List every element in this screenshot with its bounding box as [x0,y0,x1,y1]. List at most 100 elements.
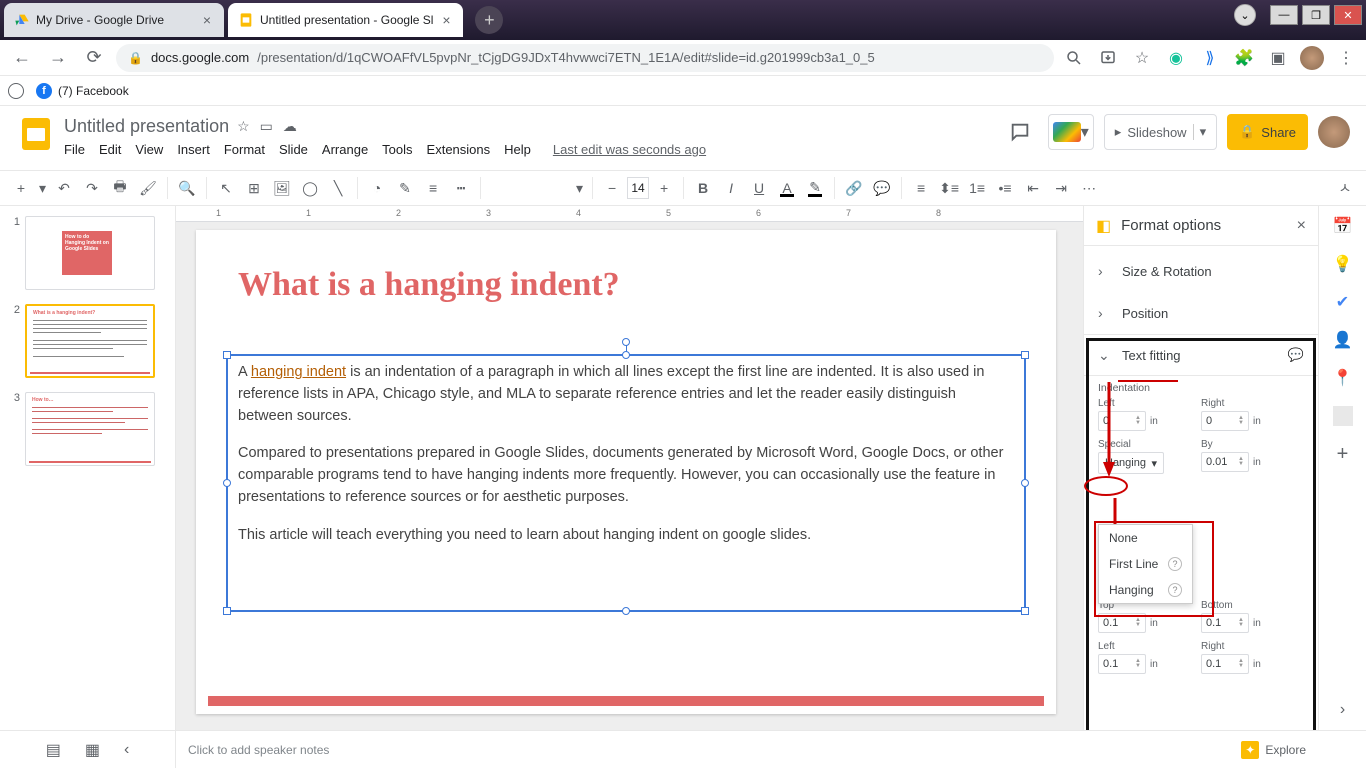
grid-view-button[interactable]: ▦ [85,740,100,760]
text-color-button[interactable]: A [774,175,800,201]
bold-button[interactable]: B [690,175,716,201]
addons-plus-button[interactable]: + [1333,444,1353,464]
redo-button[interactable]: ↷ [79,175,105,201]
padding-right-input[interactable]: 0.1▲▼ [1201,654,1249,674]
help-icon[interactable]: ? [1168,583,1182,597]
maps-icon[interactable]: 📍 [1333,368,1353,388]
hanging-indent-link[interactable]: hanging indent [251,364,346,380]
horizontal-ruler[interactable]: 1 1 2 3 4 5 6 7 8 [176,206,1083,222]
resize-handle[interactable] [1021,351,1029,359]
minimize-button[interactable]: — [1270,5,1298,25]
padding-left-input[interactable]: 0.1▲▼ [1098,654,1146,674]
rotate-handle[interactable] [622,338,630,346]
slide-canvas[interactable]: What is a hanging indent? A hanging inde… [196,230,1056,714]
align-button[interactable]: ≡ [908,175,934,201]
decrease-font-button[interactable]: − [599,175,625,201]
shape-tool[interactable]: ◯ [297,175,323,201]
menu-format[interactable]: Format [224,142,265,157]
undo-button[interactable]: ↶ [51,175,77,201]
image-tool[interactable]: 🖼 [269,175,295,201]
contacts-icon[interactable]: 👤 [1333,330,1353,350]
grammarly-icon[interactable]: ◉ [1164,46,1188,70]
select-tool[interactable]: ↖ [213,175,239,201]
textbox-tool[interactable]: ⊞ [241,175,267,201]
new-slide-dropdown[interactable]: ▾ [36,175,49,201]
underline-button[interactable]: U [746,175,772,201]
browser-tab-drive[interactable]: My Drive - Google Drive × [4,3,224,37]
dropdown-option-firstline[interactable]: First Line? [1099,551,1192,577]
line-spacing-button[interactable]: ⬍≡ [936,175,962,201]
collapse-filmstrip-button[interactable]: ‹ [124,741,129,759]
menu-help[interactable]: Help [504,142,531,157]
user-avatar[interactable] [1318,116,1350,148]
border-color-button[interactable]: ✎ [392,175,418,201]
new-tab-button[interactable]: + [475,6,503,34]
resize-handle[interactable] [223,351,231,359]
doc-title[interactable]: Untitled presentation [64,116,229,137]
increase-font-button[interactable]: + [651,175,677,201]
nav-reload-button[interactable]: ⟳ [80,44,108,72]
filmstrip-view-button[interactable]: ▤ [46,740,61,760]
resize-handle[interactable] [622,351,630,359]
profile-avatar[interactable] [1300,46,1324,70]
cast-icon[interactable]: ⟫ [1198,46,1222,70]
slideshow-button[interactable]: ▸Slideshow▾ [1104,114,1217,150]
print-button[interactable]: 🖶 [107,175,133,201]
explore-button[interactable]: ✦ Explore [1229,741,1318,759]
bulleted-list-button[interactable]: •≡ [992,175,1018,201]
url-input[interactable]: 🔒 docs.google.com/presentation/d/1qCWOAF… [116,44,1054,72]
maximize-button[interactable]: ❐ [1302,5,1330,25]
hide-siderail-button[interactable]: › [1333,700,1353,720]
menu-tools[interactable]: Tools [382,142,412,157]
resize-handle[interactable] [223,479,231,487]
padding-bottom-input[interactable]: 0.1▲▼ [1201,613,1249,633]
zoom-icon[interactable] [1062,46,1086,70]
keep-icon[interactable]: 💡 [1333,254,1353,274]
section-position[interactable]: ›Position [1084,292,1318,334]
bookmark-item[interactable] [8,83,24,99]
resize-handle[interactable] [1021,479,1029,487]
close-icon[interactable]: × [200,13,214,27]
help-icon[interactable]: ? [1168,557,1182,571]
fill-color-button[interactable]: ◔ [364,175,390,201]
font-family-select[interactable] [487,176,571,200]
indent-left-input[interactable]: 0▲▼ [1098,411,1146,431]
highlight-button[interactable]: ✎ [802,175,828,201]
indent-right-input[interactable]: 0▲▼ [1201,411,1249,431]
new-slide-button[interactable]: + [8,175,34,201]
dropdown-option-none[interactable]: None [1099,525,1192,551]
slide-textbox[interactable]: A hanging indent is an indentation of a … [226,354,1026,612]
slide-thumb-2[interactable]: What is a hanging indent? [25,304,155,378]
indent-by-input[interactable]: 0.01▲▼ [1201,452,1249,472]
slide-thumb-1[interactable]: How to do Hanging Indent on Google Slide… [25,216,155,290]
resize-handle[interactable] [223,607,231,615]
slides-logo[interactable] [16,114,56,154]
resize-handle[interactable] [622,607,630,615]
cloud-status-icon[interactable]: ☁ [283,118,297,135]
chevron-down-icon[interactable]: ⌄ [1234,4,1256,26]
dropdown-option-hanging[interactable]: Hanging? [1099,577,1192,603]
sidepanel-icon[interactable]: ▣ [1266,46,1290,70]
special-indent-select[interactable]: Hanging▾ [1098,452,1164,474]
move-icon[interactable]: ▭ [260,118,273,135]
feedback-icon[interactable]: 💬 [1288,347,1304,363]
menu-view[interactable]: View [135,142,163,157]
menu-arrange[interactable]: Arrange [322,142,368,157]
browser-tab-slides[interactable]: Untitled presentation - Google Sl × [228,3,463,37]
increase-indent-button[interactable]: ⇥ [1048,175,1074,201]
menu-insert[interactable]: Insert [177,142,210,157]
border-dash-button[interactable]: ┅ [448,175,474,201]
nav-forward-button[interactable]: → [44,44,72,72]
slide-title[interactable]: What is a hanging indent? [238,266,620,304]
comments-button[interactable] [1002,114,1038,150]
nav-back-button[interactable]: ← [8,44,36,72]
share-button[interactable]: 🔒Share [1227,114,1308,150]
speaker-notes-input[interactable]: Click to add speaker notes [176,743,1229,757]
menu-extensions[interactable]: Extensions [427,142,491,157]
hide-menus-button[interactable]: ㅅ [1332,175,1358,201]
menu-file[interactable]: File [64,142,85,157]
font-size-input[interactable]: 14 [627,177,649,199]
close-panel-button[interactable]: × [1297,217,1306,235]
zoom-button[interactable]: 🔍 [174,175,200,201]
menu-edit[interactable]: Edit [99,142,121,157]
